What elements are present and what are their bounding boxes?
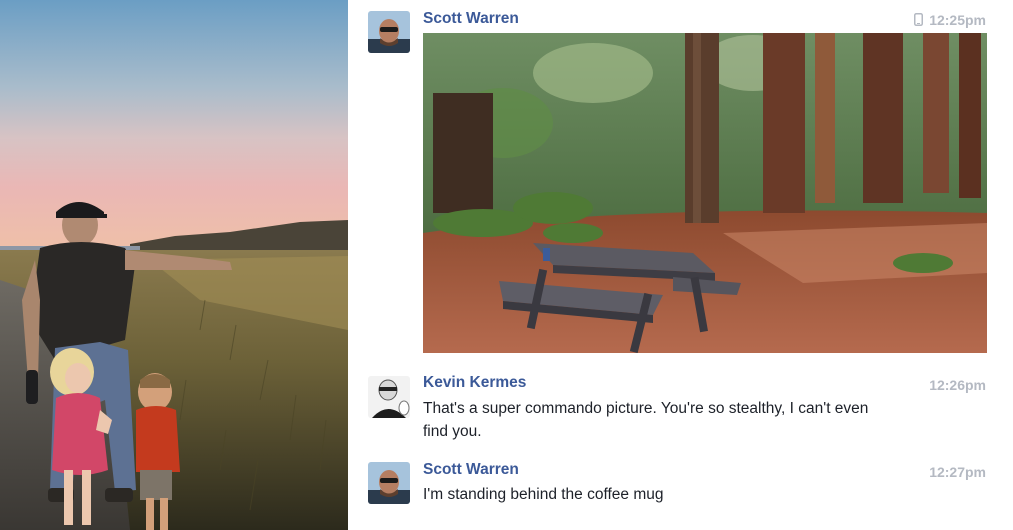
message-timestamp: 12:25pm <box>914 12 986 29</box>
message-text: I'm standing behind the coffee mug <box>423 486 664 503</box>
avatar-scott-warren[interactable] <box>368 462 410 504</box>
scott-warren-avatar-icon <box>368 462 410 504</box>
forest-picnic-table-photo <box>423 33 987 353</box>
sender-name[interactable]: Scott Warren <box>423 461 519 479</box>
message-timestamp: 12:27pm <box>929 464 986 480</box>
shared-photo-attachment[interactable] <box>423 33 987 353</box>
chat-thread: Scott Warren 12:25pm Kevin Kermes 12:26p… <box>349 0 1013 530</box>
sender-name[interactable]: Kevin Kermes <box>423 374 526 392</box>
left-photo <box>0 0 348 530</box>
phone-icon <box>914 13 924 29</box>
message-text: That's a super commando picture. You're … <box>423 400 869 440</box>
avatar-scott-warren[interactable] <box>368 11 410 53</box>
message-timestamp: 12:26pm <box>929 377 986 393</box>
timestamp-text: 12:25pm <box>929 12 986 28</box>
avatar-kevin-kermes[interactable] <box>368 376 410 418</box>
kevin-kermes-avatar-icon <box>368 376 410 418</box>
sender-name[interactable]: Scott Warren <box>423 10 519 28</box>
scott-warren-avatar-icon <box>368 11 410 53</box>
family-landscape-photo <box>0 0 348 530</box>
